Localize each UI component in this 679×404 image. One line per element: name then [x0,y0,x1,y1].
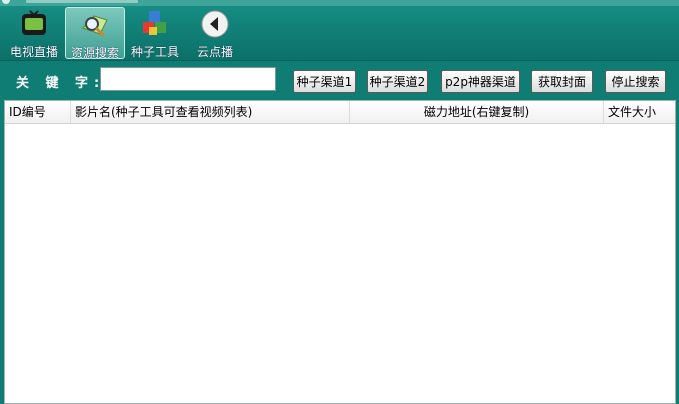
seed-channel-2-button[interactable]: 种子渠道2 [367,70,428,93]
toolbar-resource-search-button[interactable]: 资源搜索 [65,7,125,60]
column-header-name[interactable]: 影片名(种子工具可查看视频列表) [71,101,350,123]
results-table[interactable]: ID编号 影片名(种子工具可查看视频列表) 磁力地址(右键复制) 文件大小 [4,100,676,404]
get-cover-button[interactable]: 获取封面 [531,70,593,93]
column-header-magnet[interactable]: 磁力地址(右键复制) [350,101,604,123]
toolbar-tv-live-label: 电视直播 [9,45,58,59]
tv-icon [22,10,46,35]
search-bar: 关 键 字: 种子渠道1 种子渠道2 p2p神器渠道 获取封面 停止搜索 [0,60,679,99]
toolbar-cloud-play-label: 云点播 [196,45,233,59]
table-header: ID编号 影片名(种子工具可查看视频列表) 磁力地址(右键复制) 文件大小 [5,101,675,124]
toolbar-seed-tools-button[interactable]: 种子工具 [126,7,184,59]
magnifier-icon [82,15,108,38]
keyword-label: 关 键 字: [16,76,106,91]
stop-search-button[interactable]: 停止搜索 [605,70,666,93]
column-header-size[interactable]: 文件大小 [604,101,675,123]
p2p-channel-button[interactable]: p2p神器渠道 [441,70,520,93]
seed-channel-1-button[interactable]: 种子渠道1 [293,70,356,93]
window-title [26,0,138,3]
main-toolbar: 电视直播 资源搜索 种子工具 云点播 [0,6,679,60]
column-header-id[interactable]: ID编号 [5,101,71,123]
keyword-input[interactable] [100,67,276,91]
app-logo-icon [2,0,10,4]
toolbar-resource-search-label: 资源搜索 [70,46,119,60]
cubes-icon [143,11,166,35]
toolbar-tv-live-button[interactable]: 电视直播 [5,7,63,59]
play-back-icon [201,10,229,38]
toolbar-cloud-play-button[interactable]: 云点播 [186,7,244,59]
toolbar-seed-tools-label: 种子工具 [130,45,179,59]
